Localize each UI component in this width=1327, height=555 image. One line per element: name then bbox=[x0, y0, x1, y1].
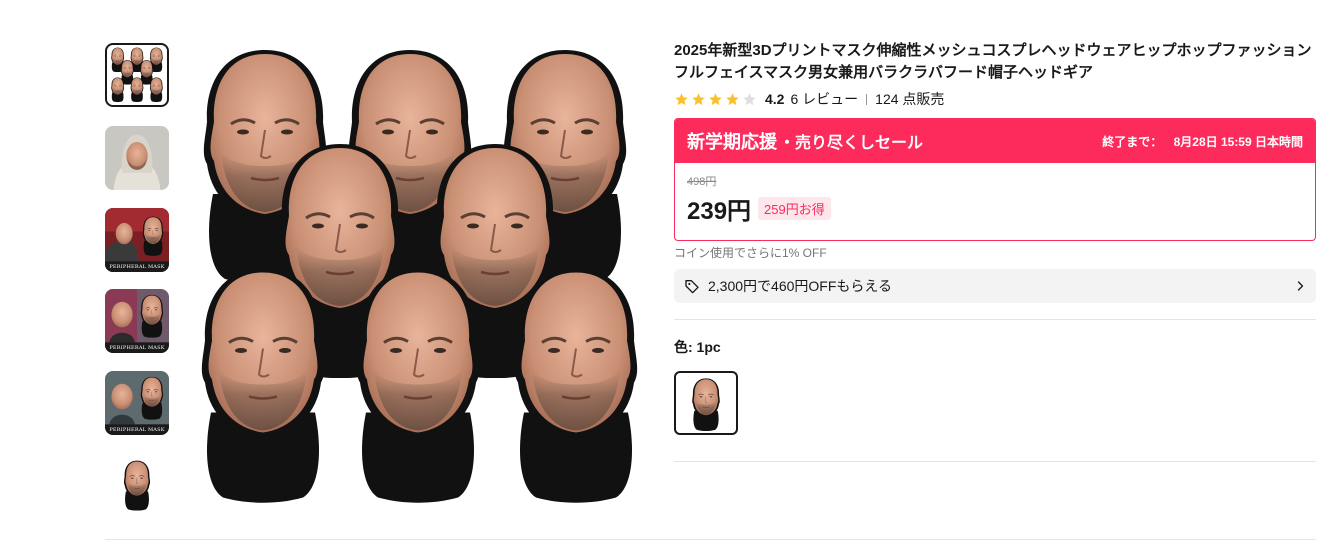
thumbnail-caption: PERIPHERAL MASK bbox=[109, 427, 165, 433]
current-price: 239円 bbox=[687, 198, 752, 225]
sale-end-label: 終了まで： bbox=[1102, 134, 1163, 149]
sale-banner: 新学期応援 ・売り尽くしセール 終了まで： 8月28日 15:59 日本時間 bbox=[675, 119, 1315, 163]
rating-stars bbox=[674, 92, 757, 107]
divider bbox=[674, 319, 1316, 320]
star-icon bbox=[709, 92, 722, 105]
sale-subtitle: ・売り尽くしセール bbox=[779, 135, 924, 152]
separator bbox=[866, 93, 868, 105]
star-empty-icon bbox=[743, 92, 756, 105]
rating-value: 4.2 bbox=[765, 91, 785, 107]
sale-end-time: 8月28日 15:59 日本時間 bbox=[1173, 134, 1303, 149]
thumbnail-image bbox=[108, 46, 166, 104]
swatch-image bbox=[678, 375, 734, 431]
price-section: 498円 239円 259円お得 bbox=[675, 163, 1315, 236]
section-divider bbox=[105, 539, 1316, 540]
chevron-right-icon bbox=[1297, 281, 1304, 291]
rating-row[interactable]: 4.2 6 レビュー 124 点販売 bbox=[674, 89, 1316, 109]
product-title: 2025年新型3Dプリントマスク伸縮性メッシュコスプレヘッドウェアヒップホップフ… bbox=[674, 42, 1312, 81]
savings-badge: 259円お得 bbox=[758, 197, 831, 220]
sale-name: 新学期応援 bbox=[687, 132, 777, 152]
review-count[interactable]: 6 レビュー bbox=[790, 89, 858, 109]
tag-icon bbox=[685, 280, 699, 294]
thumbnail-image bbox=[105, 371, 169, 435]
thumbnail-image bbox=[105, 453, 169, 517]
sold-count: 124 点販売 bbox=[875, 91, 945, 107]
thumbnail-image bbox=[105, 289, 169, 353]
original-price: 498円 bbox=[687, 176, 717, 188]
coupon-text: 2,300円で460円OFFもらえる bbox=[708, 278, 892, 294]
color-swatch-1pc[interactable] bbox=[674, 371, 738, 435]
main-product-image[interactable] bbox=[190, 42, 646, 508]
sale-countdown: 終了まで： 8月28日 15:59 日本時間 bbox=[1102, 133, 1303, 150]
thumbnail-2[interactable] bbox=[105, 126, 169, 190]
star-icon bbox=[675, 92, 688, 105]
coupon-offer[interactable]: 2,300円で460円OFFもらえる bbox=[674, 269, 1316, 303]
product-photo bbox=[190, 42, 646, 508]
thumbnail-image bbox=[105, 126, 169, 190]
thumbnail-3[interactable]: PERIPHERAL MASK bbox=[105, 208, 169, 272]
product-info-panel: 2025年新型3Dプリントマスク伸縮性メッシュコスプレヘッドウェアヒップホップフ… bbox=[674, 40, 1316, 462]
thumbnail-5[interactable]: PERIPHERAL MASK bbox=[105, 371, 169, 435]
thumbnail-4[interactable]: PERIPHERAL MASK bbox=[105, 289, 169, 353]
thumbnail-caption: PERIPHERAL MASK bbox=[109, 264, 165, 270]
divider bbox=[674, 461, 1316, 462]
star-icon bbox=[726, 92, 739, 105]
star-icon bbox=[692, 92, 705, 105]
color-label: 色: 1pc bbox=[674, 339, 721, 355]
thumbnail-1[interactable] bbox=[105, 43, 169, 107]
thumbnail-caption: PERIPHERAL MASK bbox=[109, 345, 165, 351]
sale-box: 新学期応援 ・売り尽くしセール 終了まで： 8月28日 15:59 日本時間 4… bbox=[674, 118, 1316, 241]
thumbnail-image bbox=[105, 208, 169, 272]
coin-discount-note: コイン使用でさらに1% OFF bbox=[674, 246, 827, 260]
thumbnail-6[interactable] bbox=[105, 453, 169, 517]
